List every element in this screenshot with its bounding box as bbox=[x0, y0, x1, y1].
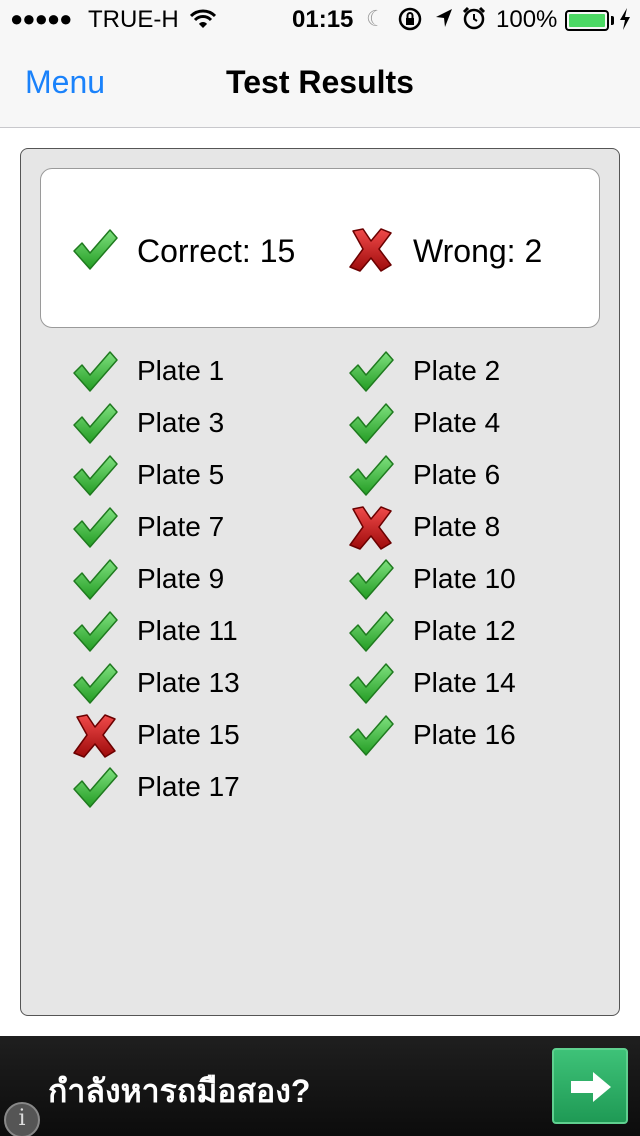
check-icon bbox=[347, 557, 395, 603]
plate-label: Plate 4 bbox=[413, 407, 501, 438]
check-icon bbox=[71, 765, 119, 811]
results-summary-card: Correct: 15 Wrong: 2 bbox=[40, 168, 600, 328]
plate-label: Plate 2 bbox=[413, 355, 501, 386]
check-icon bbox=[71, 453, 119, 499]
plate-label: Plate 7 bbox=[137, 511, 225, 542]
cross-icon bbox=[347, 227, 395, 273]
check-icon bbox=[71, 401, 119, 447]
carrier-name: TRUE-H bbox=[88, 6, 179, 33]
orientation-lock-icon bbox=[398, 7, 422, 38]
plate-label: Plate 1 bbox=[137, 355, 225, 386]
arrow-right-icon bbox=[571, 1072, 611, 1102]
plate-label: Plate 3 bbox=[137, 407, 225, 438]
signal-dots-icon: ●●●●● bbox=[10, 6, 72, 31]
cross-icon bbox=[71, 713, 119, 759]
navigation-bar: Menu Test Results bbox=[0, 40, 640, 128]
check-icon bbox=[71, 505, 119, 551]
plate-label: Plate 13 bbox=[137, 667, 240, 698]
clock-time: 01:15 bbox=[292, 6, 354, 33]
charging-bolt-icon bbox=[619, 8, 631, 36]
plate-label: Plate 11 bbox=[137, 615, 238, 646]
battery-icon bbox=[565, 10, 609, 31]
check-icon bbox=[347, 453, 395, 499]
cross-icon bbox=[347, 505, 395, 551]
check-icon bbox=[347, 349, 395, 395]
plate-label: Plate 6 bbox=[413, 459, 501, 490]
check-icon bbox=[71, 609, 119, 655]
plate-label: Plate 8 bbox=[413, 511, 501, 542]
plate-label: Plate 12 bbox=[413, 615, 516, 646]
location-arrow-icon bbox=[434, 7, 454, 36]
status-bar: ●●●●● TRUE-H 01:15 ☾ 100% bbox=[0, 0, 640, 40]
plate-label: Plate 9 bbox=[137, 563, 225, 594]
check-icon bbox=[71, 557, 119, 603]
check-icon bbox=[71, 227, 119, 273]
info-icon[interactable]: i bbox=[4, 1102, 40, 1136]
ad-banner[interactable]: กำลังหารถมือสอง? i bbox=[0, 1036, 640, 1136]
battery-nub bbox=[611, 16, 614, 25]
ad-text: กำลังหารถมือสอง? bbox=[48, 1073, 311, 1109]
ad-go-button[interactable] bbox=[552, 1048, 628, 1124]
check-icon bbox=[347, 661, 395, 707]
correct-count-label: Correct: 15 bbox=[137, 233, 296, 269]
plate-label: Plate 10 bbox=[413, 563, 516, 594]
check-icon bbox=[71, 661, 119, 707]
check-icon bbox=[71, 349, 119, 395]
plate-label: Plate 15 bbox=[137, 719, 240, 750]
check-icon bbox=[347, 713, 395, 759]
plate-label: Plate 5 bbox=[137, 459, 225, 490]
results-panel: Correct: 15 Wrong: 2 Plate 1 Plate 2 Plate… bbox=[20, 148, 620, 1016]
check-icon bbox=[347, 401, 395, 447]
wifi-icon bbox=[189, 8, 217, 37]
alarm-icon bbox=[462, 6, 486, 37]
plate-label: Plate 16 bbox=[413, 719, 516, 750]
plate-label: Plate 14 bbox=[413, 667, 516, 698]
moon-icon: ☾ bbox=[366, 6, 386, 31]
check-icon bbox=[347, 609, 395, 655]
plate-label: Plate 17 bbox=[137, 771, 240, 802]
battery-percentage: 100% bbox=[496, 6, 558, 33]
wrong-count-label: Wrong: 2 bbox=[413, 233, 543, 269]
page-title: Test Results bbox=[226, 64, 414, 100]
